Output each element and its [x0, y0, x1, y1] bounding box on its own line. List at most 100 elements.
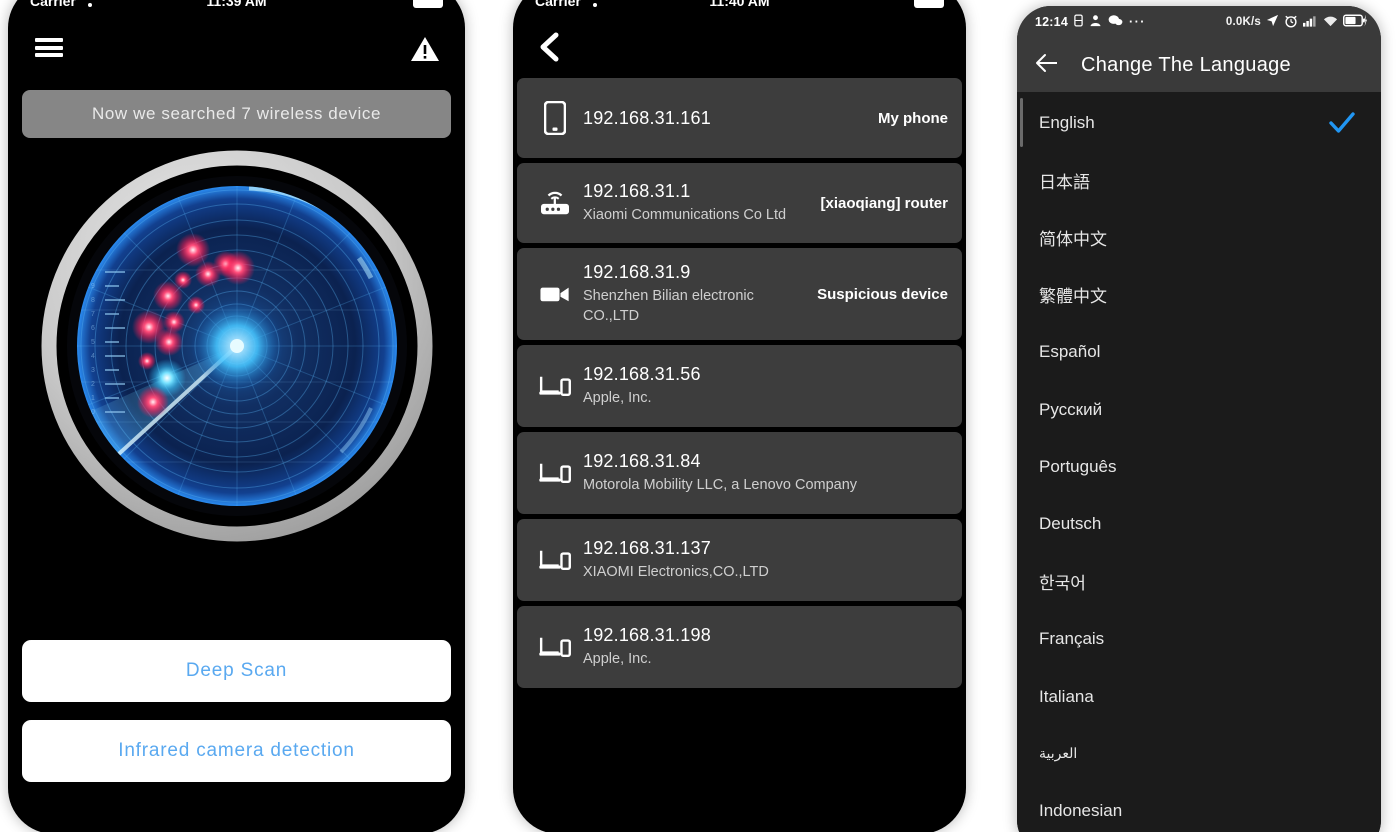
- svg-text:3: 3: [91, 367, 95, 374]
- language-label: 简体中文: [1039, 229, 1107, 249]
- phone-1-appbar: [8, 16, 465, 78]
- device-vendor: Xiaomi Communications Co Ltd: [583, 206, 787, 223]
- device-ip: 192.168.31.84: [583, 450, 701, 471]
- battery-icon: [914, 0, 944, 8]
- language-label: العربية: [1039, 745, 1078, 762]
- sim-icon: [1074, 14, 1083, 30]
- language-label: Français: [1039, 629, 1105, 649]
- smartphone-icon: [527, 101, 583, 135]
- laptop-phone-icon: [527, 635, 583, 659]
- svg-text:2: 2: [91, 381, 95, 388]
- alarm-icon: [1284, 14, 1298, 31]
- list-item[interactable]: Italiana: [1017, 668, 1381, 725]
- chat-icon: [1108, 14, 1123, 30]
- back-chevron-icon[interactable]: [537, 32, 561, 62]
- android-status-bar: 12:14 ··· 0.0K/s: [1017, 6, 1381, 38]
- phone-2-appbar: [513, 16, 966, 78]
- battery-charging-icon: [1343, 14, 1367, 30]
- list-item[interactable]: Indonesian: [1017, 783, 1381, 832]
- radar-scanner-graphic: 098 765 432 10: [41, 150, 432, 542]
- scan-result-text: Now we searched 7 wireless device: [91, 104, 382, 123]
- more-icon: ···: [1128, 15, 1146, 29]
- device-info: 192.168.31.198 Apple, Inc.: [583, 625, 938, 670]
- device-vendor: Motorola Mobility LLC, a Lenovo Company: [583, 476, 858, 493]
- radar-area: 098 765 432 10: [8, 144, 465, 564]
- language-label: English: [1039, 112, 1095, 132]
- battery-icon: [413, 0, 443, 8]
- warning-triangle-icon[interactable]: [410, 36, 440, 62]
- table-row[interactable]: 192.168.31.84 Motorola Mobility LLC, a L…: [517, 432, 962, 515]
- wifi-icon: [1323, 15, 1338, 30]
- device-info: 192.168.31.1 Xiaomi Communications Co Lt…: [583, 181, 810, 226]
- list-item[interactable]: 简体中文: [1017, 209, 1381, 266]
- device-ip: 192.168.31.1: [583, 180, 691, 201]
- device-info: 192.168.31.9 Shenzhen Bilian electronic …: [583, 262, 807, 326]
- back-arrow-icon[interactable]: [1035, 53, 1059, 78]
- page-title: Change The Language: [1081, 53, 1291, 76]
- ios-status-bar-2: Carrier 11:40 AM: [513, 0, 966, 16]
- ios-status-bar-1: Carrier 11:39 AM: [8, 0, 465, 16]
- network-speed-label: 0.0K/s: [1225, 16, 1261, 28]
- status-clock: 11:40 AM: [709, 0, 770, 9]
- table-row[interactable]: 192.168.31.161 My phone: [517, 78, 962, 158]
- status-clock: 12:14: [1035, 15, 1068, 29]
- list-item[interactable]: 한국어: [1017, 553, 1381, 610]
- hamburger-menu-icon[interactable]: [35, 38, 63, 57]
- device-vendor: Apple, Inc.: [583, 650, 652, 667]
- status-badge: [xiaoqiang] router: [820, 194, 948, 212]
- list-item[interactable]: English: [1017, 94, 1381, 151]
- phone-2-device-list-screen: Carrier 11:40 AM 192.168.31.161 My phone…: [513, 0, 966, 832]
- device-vendor: Apple, Inc.: [583, 389, 652, 406]
- status-clock: 11:39 AM: [206, 0, 267, 9]
- camera-icon: [527, 284, 583, 304]
- table-row[interactable]: 192.168.31.9 Shenzhen Bilian electronic …: [517, 248, 962, 341]
- status-badge: Suspicious device: [817, 285, 948, 303]
- language-label: 繁體中文: [1039, 287, 1107, 307]
- scan-result-banner: Now we searched 7 wireless device: [22, 90, 451, 138]
- list-item[interactable]: العربية: [1017, 725, 1381, 782]
- laptop-phone-icon: [527, 461, 583, 485]
- language-label: 한국어: [1039, 574, 1086, 594]
- language-label: Español: [1039, 342, 1101, 362]
- location-icon: [1266, 14, 1279, 30]
- checkmark-icon: [1327, 108, 1357, 138]
- list-item[interactable]: 繁體中文: [1017, 266, 1381, 323]
- infrared-camera-detection-button[interactable]: Infrared camera detection: [22, 720, 451, 782]
- table-row[interactable]: 192.168.31.1 Xiaomi Communications Co Lt…: [517, 163, 962, 243]
- table-row[interactable]: 192.168.31.137 XIAOMI Electronics,CO.,LT…: [517, 519, 962, 602]
- device-vendor: XIAOMI Electronics,CO.,LTD: [583, 563, 769, 580]
- language-label: Русский: [1039, 399, 1103, 419]
- phone-3-language-screen: 12:14 ··· 0.0K/s Change The Language Eng…: [1017, 6, 1381, 832]
- phone-1-scanner-screen: Carrier 11:39 AM Now we searched 7 wirel…: [8, 0, 465, 832]
- laptop-phone-icon: [527, 374, 583, 398]
- list-item[interactable]: Español: [1017, 324, 1381, 381]
- deep-scan-button[interactable]: Deep Scan: [22, 640, 451, 702]
- svg-text:9: 9: [91, 283, 95, 290]
- device-ip: 192.168.31.56: [583, 363, 701, 384]
- device-ip: 192.168.31.137: [583, 537, 711, 558]
- infrared-camera-detection-label: Infrared camera detection: [118, 740, 355, 761]
- svg-text:1: 1: [91, 395, 95, 402]
- list-item[interactable]: Português: [1017, 438, 1381, 495]
- list-item[interactable]: Deutsch: [1017, 496, 1381, 553]
- device-list: 192.168.31.161 My phone 192.168.31.1 Xia…: [513, 78, 966, 689]
- person-icon: [1089, 14, 1102, 30]
- list-item[interactable]: 日本語: [1017, 151, 1381, 208]
- table-row[interactable]: 192.168.31.198 Apple, Inc.: [517, 606, 962, 689]
- list-item[interactable]: Русский: [1017, 381, 1381, 438]
- phone-3-appbar: Change The Language: [1017, 38, 1381, 92]
- device-ip: 192.168.31.161: [583, 107, 711, 128]
- svg-text:5: 5: [91, 339, 95, 346]
- status-right-group: 0.0K/s: [1226, 14, 1367, 31]
- language-label: Português: [1039, 457, 1117, 477]
- table-row[interactable]: 192.168.31.56 Apple, Inc.: [517, 345, 962, 428]
- device-info: 192.168.31.161: [583, 108, 868, 129]
- phone-1-action-buttons: Deep Scan Infrared camera detection: [22, 640, 451, 782]
- svg-text:6: 6: [91, 325, 95, 332]
- list-item[interactable]: Français: [1017, 611, 1381, 668]
- language-list: English 日本語 简体中文 繁體中文 Español Русский Po…: [1017, 92, 1381, 832]
- laptop-phone-icon: [527, 548, 583, 572]
- router-icon: [527, 189, 583, 217]
- device-info: 192.168.31.137 XIAOMI Electronics,CO.,LT…: [583, 538, 938, 583]
- device-ip: 192.168.31.198: [583, 624, 711, 645]
